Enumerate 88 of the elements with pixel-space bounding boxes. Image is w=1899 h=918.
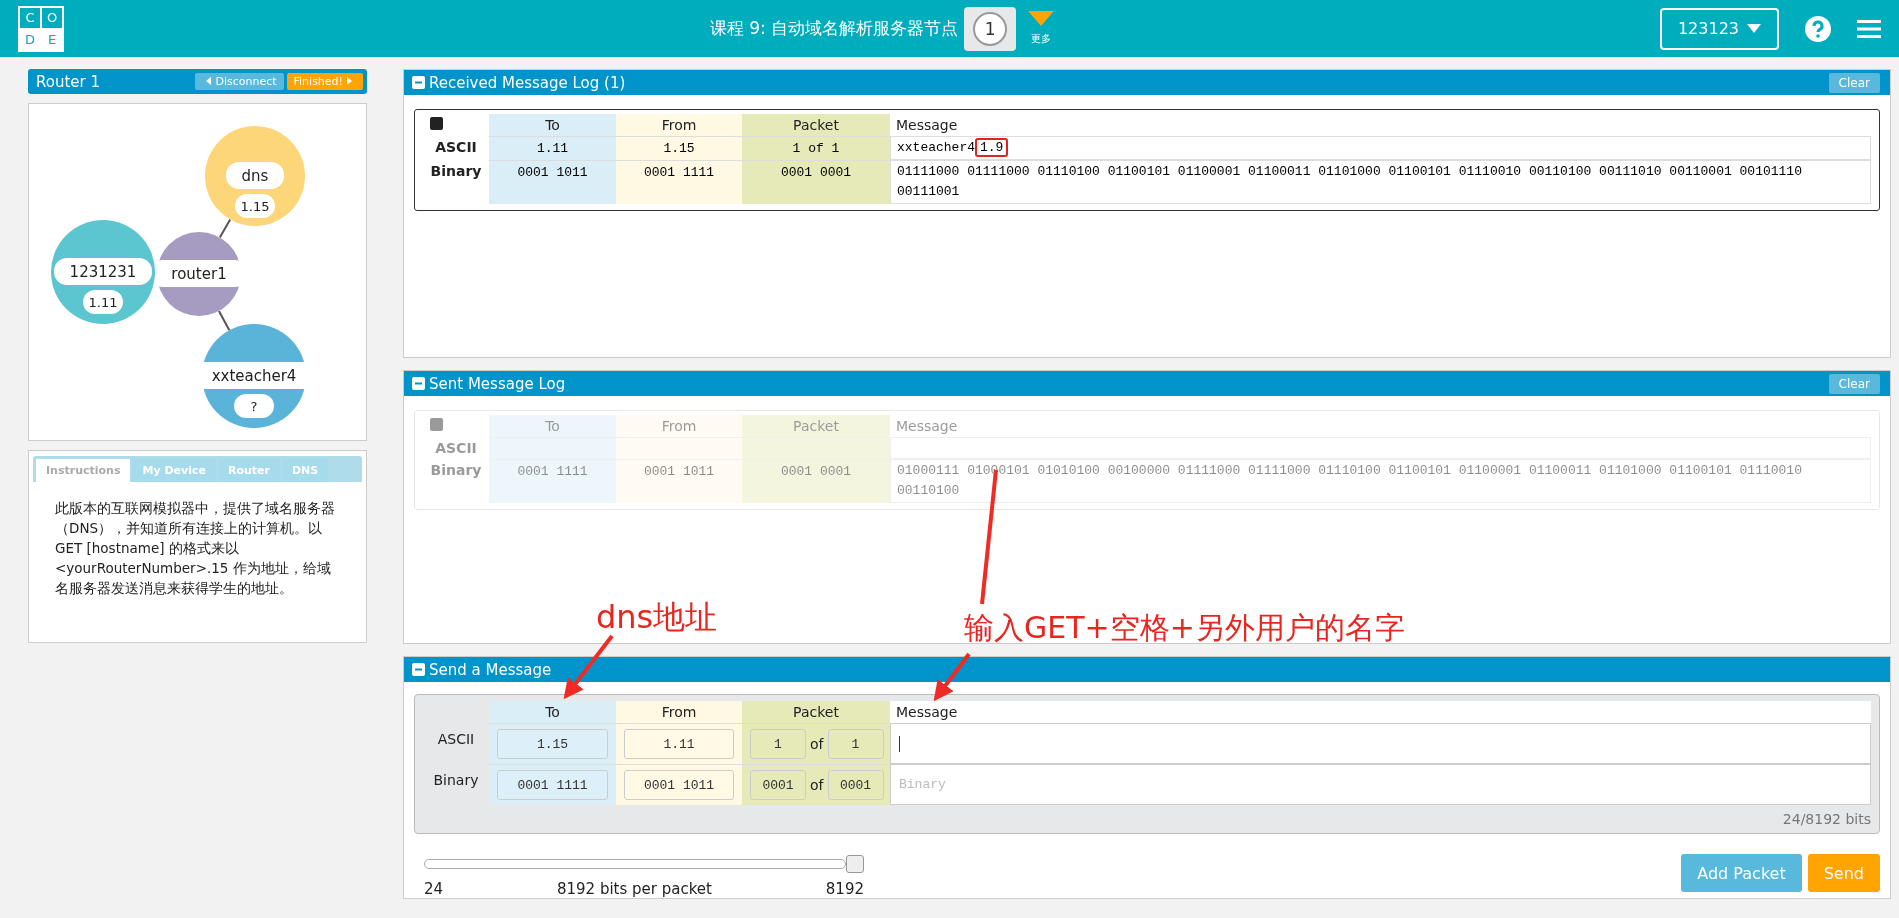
logo[interactable]: C O D E xyxy=(18,5,64,52)
arrow xyxy=(563,634,614,700)
packet-index-field[interactable]: 0001 xyxy=(750,770,806,800)
message-field[interactable] xyxy=(890,723,1871,764)
slider-min-label: 24 xyxy=(424,880,444,898)
column-header: From xyxy=(616,701,742,723)
to-field[interactable]: 0001 1111 xyxy=(497,770,608,800)
table-cell: 1 of 1 xyxy=(742,136,890,160)
panel-title: Send a Message xyxy=(429,660,552,679)
message-cell: 01000111 01000101 01010100 00100000 01111000 01111000 01110100 01100101 01100001 01100011 01101000 01100101 01110010 00110100 xyxy=(890,459,1871,503)
row-label: ASCII xyxy=(434,138,478,157)
message-text: xxteacher4 xyxy=(897,140,975,155)
menu-icon[interactable] xyxy=(1857,18,1881,39)
caret-icon xyxy=(1028,11,1055,26)
annotation-text: dns地址 xyxy=(596,597,718,638)
column-header: To xyxy=(489,114,616,136)
highlighted-text: 1.9 xyxy=(975,138,1009,157)
network-node[interactable]: 1231231 1.11 xyxy=(51,220,155,324)
row-label: Binary xyxy=(432,771,480,790)
tab[interactable]: Router xyxy=(217,459,280,482)
add-packet-button[interactable]: Add Packet xyxy=(1681,854,1802,892)
text-cursor-icon xyxy=(899,735,900,752)
column-header: Packet xyxy=(742,701,890,723)
more-button[interactable]: 更多 xyxy=(1028,11,1055,46)
packet-count-field[interactable]: 1 xyxy=(827,729,884,759)
row-label: Binary xyxy=(429,461,483,480)
bit-count: 24/8192 bits xyxy=(1781,810,1871,827)
help-icon[interactable] xyxy=(1805,15,1831,42)
column-header: From xyxy=(616,415,742,437)
table-cell: 1.15 xyxy=(616,136,742,160)
send-button[interactable]: Send xyxy=(1807,854,1880,892)
table-cell: 0001 0001 xyxy=(742,160,890,204)
of-label: of xyxy=(810,736,824,752)
level-tile[interactable]: 1 xyxy=(964,6,1017,51)
instructions-text: 此版本的互联网模拟器中，提供了域名服务器（DNS），并知道所有连接上的计算机。以 GET [hostname] 的格式来以 <yourRouterNumber>.15 作为地址，给域名服务器发送消息来获得学生的地址。 xyxy=(55,499,336,598)
column-header: To xyxy=(489,701,616,723)
logo-letter: O xyxy=(41,6,63,29)
column-header: Packet xyxy=(742,114,890,136)
column-header: To xyxy=(489,415,616,437)
message-text: 01111000 01111000 01110100 01100101 01100001 01100011 01101000 01100101 01110010 00110100 00111010 00110001 00101110 00111001 xyxy=(897,164,1802,199)
to-field[interactable]: 1.15 xyxy=(497,729,608,759)
slider-max-label: 8192 xyxy=(825,880,864,898)
network-node[interactable]: dns 1.15 xyxy=(205,126,305,226)
disconnect-button[interactable]: Disconnect xyxy=(195,73,284,90)
table-cell: 1.11 xyxy=(489,136,616,160)
user-menu[interactable]: 123123 xyxy=(1659,7,1779,50)
table-cell: 0001 1111 xyxy=(616,160,742,204)
finished-button[interactable]: Finished! xyxy=(286,73,363,90)
connection-line xyxy=(217,309,231,332)
arrow xyxy=(933,652,971,702)
placeholder-text: Binary xyxy=(899,777,946,792)
logo-letter: E xyxy=(41,28,63,51)
caret-icon xyxy=(347,77,352,85)
tab[interactable]: DNS xyxy=(281,459,329,482)
tab[interactable]: My Device xyxy=(132,459,216,482)
column-header: Packet xyxy=(742,415,890,437)
tab[interactable]: Instructions xyxy=(36,459,131,482)
caret-icon xyxy=(206,77,212,85)
annotation-text: 输入GET+空格+另外用户的名字 xyxy=(964,609,1405,647)
packet-count-field[interactable]: 0001 xyxy=(827,770,884,800)
table-cell: 0001 1011 xyxy=(616,459,742,503)
row-label: Binary xyxy=(429,162,483,181)
table-cell: 0001 1111 xyxy=(489,459,616,503)
column-header: From xyxy=(616,114,742,136)
clear-button[interactable]: Clear xyxy=(1828,72,1880,93)
slider-thumb[interactable] xyxy=(846,855,864,873)
logo-letter: D xyxy=(19,28,41,51)
panel-title: Received Message Log (1) xyxy=(429,73,626,92)
packet-index-field[interactable]: 1 xyxy=(750,729,806,759)
row-label: ASCII xyxy=(436,730,476,749)
level-bubble: 1 xyxy=(973,11,1008,46)
column-header: Message xyxy=(890,701,1871,723)
lesson-title: 课程 9: 自动域名解析服务器节点 xyxy=(709,17,959,40)
row-label: ASCII xyxy=(434,439,478,458)
panel-title: Sent Message Log xyxy=(429,374,566,393)
of-label: of xyxy=(810,777,824,793)
logo-letter: C xyxy=(19,6,41,29)
clear-button[interactable]: Clear xyxy=(1828,373,1880,394)
connection-line xyxy=(218,218,232,239)
caret-icon xyxy=(1747,24,1761,33)
from-field[interactable]: 0001 1011 xyxy=(624,770,734,800)
from-field[interactable]: 1.11 xyxy=(624,729,734,759)
panel-title: Router 1 xyxy=(36,72,101,91)
table-cell: 0001 0001 xyxy=(742,459,890,503)
binary-field[interactable]: Binary xyxy=(890,764,1871,805)
table-cell: 0001 1011 xyxy=(489,160,616,204)
slider-caption: 8192 bits per packet xyxy=(556,880,712,898)
collapse-icon[interactable] xyxy=(429,117,443,130)
